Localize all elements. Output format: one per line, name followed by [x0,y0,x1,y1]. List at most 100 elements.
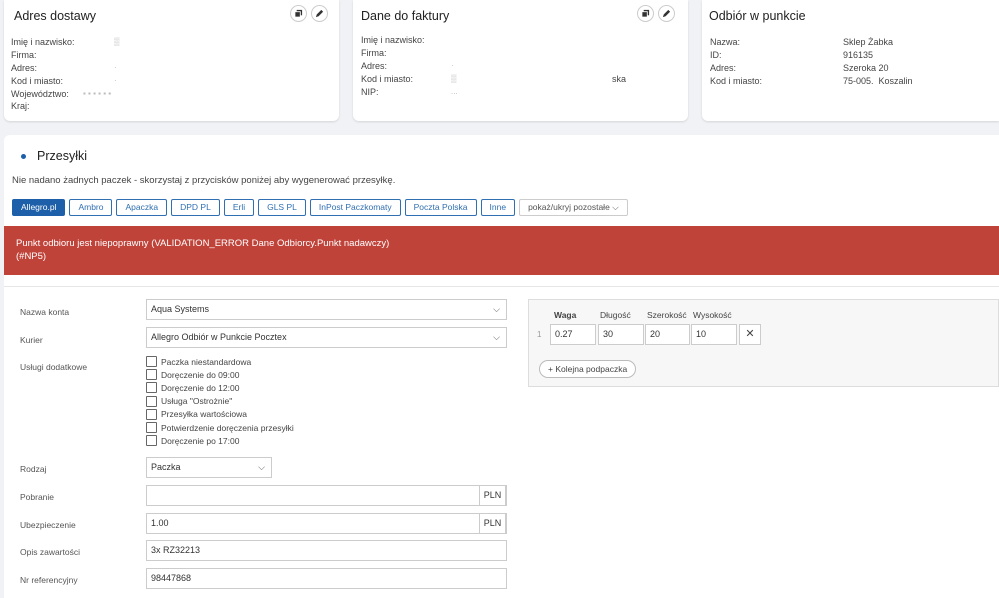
courier-button-erli[interactable]: Erli [223,199,255,216]
account-select[interactable]: Aqua Systems ⌵ [146,299,507,320]
checkbox-box[interactable] [146,395,157,407]
delivery-address-card: Adres dostawy Imię i nazwisko: ▒ Firma: A… [4,0,339,121]
height-value: 10 [696,329,707,339]
chevron-down-icon: ⌵ [493,304,500,314]
add-subparcel-button[interactable]: + Kolejna podpaczka [539,360,637,378]
insurance-label: Ubezpieczenie [20,520,76,530]
pencil-icon [315,9,324,18]
delivery-address-title: Adres dostawy [14,9,96,23]
width-input[interactable]: 20 [645,324,690,345]
type-value: Paczka [151,462,181,472]
error-banner: Punkt odbioru jest niepoprawny (VALIDATI… [4,226,999,275]
toggle-more-couriers-button[interactable]: pokaż/ukryj pozostałe ⌵ [519,199,628,216]
content-label: Opis zawartości [20,547,80,557]
checkbox-box[interactable] [146,369,157,381]
field-value: Sklep Żabka [843,37,894,47]
insurance-input[interactable]: 1.00 PLN [146,513,507,534]
copy-button[interactable] [290,5,307,22]
height-input[interactable]: 10 [691,324,737,345]
chevron-down-icon: ⌵ [493,332,500,342]
remove-parcel-button[interactable]: ✕ [739,324,761,345]
add-subparcel-label: Kolejna podpaczka [555,364,628,374]
checkbox-box[interactable] [146,435,157,447]
checkbox-box[interactable] [146,382,157,394]
ref-input[interactable]: 98447868 [146,568,507,589]
invoice-country-partial: ska [612,73,627,84]
copy-button[interactable] [637,5,654,22]
width-header: Szerokość [647,310,687,320]
edit-button[interactable] [658,5,675,22]
field-value: 75-005. Koszalin [843,75,913,86]
courier-buttons: Allegro.pl Ambro Apaczka DPD PL Erli GLS… [12,199,628,216]
service-label: Przesyłka wartościowa [161,409,247,420]
courier-button-gls[interactable]: GLS PL [258,199,306,216]
cod-input[interactable]: PLN [146,485,507,506]
service-checkbox[interactable]: Doręczenie do 12:00 [146,381,294,394]
field-label: Nazwa: [710,37,741,47]
bullet-icon [21,153,26,159]
chevron-down-icon: ⌵ [258,462,265,472]
length-input[interactable]: 30 [598,324,644,345]
courier-button-poczta[interactable]: Poczta Polska [404,199,477,216]
cod-label: Pobranie [20,492,55,502]
field-value: Szeroka 20 [843,62,889,73]
width-value: 20 [650,329,661,339]
toggle-more-label: pokaż/ukryj pozostałe [528,202,610,212]
copy-icon [294,9,303,18]
weight-input[interactable]: 0.27 [550,324,596,345]
ref-value: 98447868 [151,573,192,583]
pickup-point-title: Odbiór w punkcie [709,9,806,23]
courier-button-ambro[interactable]: Ambro [69,199,113,216]
field-label: Firma: [11,49,37,60]
length-value: 30 [603,329,614,339]
courier-button-other[interactable]: Inne [480,199,516,216]
chevron-down-icon: ⌵ [612,202,619,212]
service-checkbox[interactable]: Paczka niestandardowa [146,355,294,368]
checkbox-box[interactable] [146,356,157,368]
plus-icon: + [548,364,553,374]
service-label: Paczka niestandardowa [161,356,252,367]
service-label: Doręczenie po 17:00 [161,435,240,446]
service-checkbox[interactable]: Potwierdzenie doręczenia przesyłki [146,421,294,434]
service-checkbox[interactable]: Przesyłka wartościowa [146,408,294,421]
courier-button-apaczka[interactable]: Apaczka [116,199,168,216]
copy-icon [641,9,650,18]
error-message: Punkt odbioru jest niepoprawny (VALIDATI… [16,238,390,249]
service-checkbox[interactable]: Doręczenie do 09:00 [146,368,294,381]
courier-value: Allegro Odbiór w Punkcie Pocztex [151,332,287,342]
edit-button[interactable] [311,5,328,22]
service-label: Doręczenie do 12:00 [161,382,240,393]
field-label: Firma: [361,47,387,58]
field-label: Imię i nazwisko: [361,35,425,45]
checkbox-box[interactable] [146,408,157,420]
courier-label: Kurier [20,335,43,345]
close-icon: ✕ [745,328,755,340]
invoice-card: Dane do faktury Imię i nazwisko: Firma: … [353,0,688,121]
field-label: Kod i miasto: [710,75,763,86]
delivery-address-fields: Imię i nazwisko: ▒ Firma: Adres: · Kod i m… [11,37,120,112]
field-label: Kraj: [11,101,30,112]
pickup-point-card: Odbiór w punkcie Nazwa: Sklep Żabka ID: 91… [702,0,999,121]
account-value: Aqua Systems [151,304,210,314]
courier-button-dpd[interactable]: DPD PL [171,199,220,216]
divider [4,286,999,287]
parcel-index: 1 [537,330,542,339]
account-label: Nazwa konta [20,307,70,317]
courier-button-allegro[interactable]: Allegro.pl [12,199,66,216]
courier-button-inpost[interactable]: InPost Paczkomaty [309,199,401,216]
checkbox-box[interactable] [146,422,157,434]
content-input[interactable]: 3x RZ32213 [146,540,507,561]
section-title: Przesyłki [21,149,87,163]
insurance-value: 1.00 [151,518,169,528]
height-header: Wysokość [693,310,732,320]
length-header: Długość [600,310,631,320]
field-value: 916135 [843,49,874,60]
field-label: Adres: [11,62,38,73]
service-label: Doręczenie do 09:00 [161,369,240,380]
service-label: Potwierdzenie doręczenia przesyłki [161,422,294,433]
courier-select[interactable]: Allegro Odbiór w Punkcie Pocztex ⌵ [146,327,507,348]
shipments-info: Nie nadano żadnych paczek - skorzystaj z… [12,175,396,186]
type-select[interactable]: Paczka ⌵ [146,457,272,478]
service-checkbox[interactable]: Usługa "Ostrożnie" [146,395,294,408]
service-checkbox[interactable]: Doręczenie po 17:00 [146,434,294,447]
